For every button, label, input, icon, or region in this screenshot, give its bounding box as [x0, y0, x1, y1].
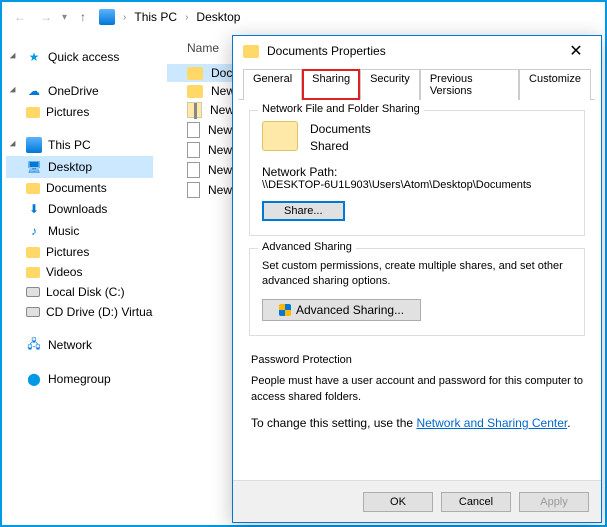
nav-onedrive[interactable]: ☁OneDrive	[6, 80, 153, 102]
this-pc-icon	[26, 137, 42, 153]
nav-pictures[interactable]: Pictures	[6, 242, 153, 262]
nav-homegroup[interactable]: ⬤Homegroup	[6, 368, 153, 390]
nav-videos[interactable]: Videos	[6, 262, 153, 282]
advanced-sharing-button[interactable]: Advanced Sharing...	[262, 299, 421, 321]
breadcrumb-root[interactable]: This PC	[134, 10, 177, 24]
pictures-icon	[26, 247, 40, 258]
nav-this-pc[interactable]: This PC	[6, 134, 153, 156]
tab-customize[interactable]: Customize	[519, 69, 591, 100]
download-icon: ⬇	[26, 201, 42, 217]
password-text: People must have a user account and pass…	[251, 374, 583, 405]
share-state: Shared	[310, 138, 371, 155]
shared-folder-icon	[262, 121, 298, 151]
folder-icon	[243, 45, 259, 58]
cloud-icon: ☁	[26, 83, 42, 99]
navigation-pane: ★Quick access ☁OneDrive Pictures This PC…	[2, 32, 157, 525]
nav-music[interactable]: ♪Music	[6, 220, 153, 242]
apply-button[interactable]: Apply	[519, 492, 589, 512]
network-sharing-center-link[interactable]: Network and Sharing Center	[416, 416, 567, 430]
tab-general[interactable]: General	[243, 69, 302, 100]
group-network-sharing: Network File and Folder Sharing Document…	[249, 110, 585, 236]
share-button[interactable]: Share...	[262, 201, 345, 221]
network-icon: 🖧	[26, 337, 42, 353]
advanced-sharing-text: Set custom permissions, create multiple …	[262, 259, 572, 290]
journal-icon	[187, 122, 200, 138]
chevron-right-icon: ›	[123, 12, 126, 23]
nav-back-icon[interactable]: ←	[10, 7, 30, 27]
network-path-label: Network Path:	[262, 165, 572, 179]
nav-quick-access[interactable]: ★Quick access	[6, 46, 153, 68]
nav-recent-dropdown[interactable]: ▾	[62, 12, 67, 23]
nav-onedrive-pictures[interactable]: Pictures	[6, 102, 153, 122]
folder-icon	[187, 67, 203, 80]
nav-network[interactable]: 🖧Network	[6, 334, 153, 356]
nav-up-icon[interactable]: ↑	[73, 7, 93, 27]
dialog-tabs: General Sharing Security Previous Versio…	[239, 66, 595, 100]
desktop-icon: 🖥	[26, 159, 42, 175]
music-icon: ♪	[26, 223, 42, 239]
rtf-icon	[187, 162, 200, 178]
nav-desktop[interactable]: 🖥Desktop	[6, 156, 153, 178]
txt-icon	[187, 182, 200, 198]
group-advanced-sharing: Advanced Sharing Set custom permissions,…	[249, 248, 585, 337]
nav-forward-icon[interactable]: →	[36, 7, 56, 27]
group-password-protection: Password Protection People must have a u…	[249, 348, 585, 446]
breadcrumb-current[interactable]: Desktop	[196, 10, 240, 24]
zip-icon	[187, 102, 202, 118]
star-icon: ★	[26, 49, 42, 65]
nav-local-disk[interactable]: Local Disk (C:)	[6, 282, 153, 302]
homegroup-icon: ⬤	[26, 371, 42, 387]
folder-icon	[187, 85, 203, 98]
folder-icon	[26, 107, 40, 118]
password-link-text: To change this setting, use the Network …	[251, 415, 583, 432]
properties-dialog: Documents Properties ✕ General Sharing S…	[232, 35, 602, 523]
dialog-title: Documents Properties	[267, 44, 561, 58]
disk-icon	[26, 287, 40, 297]
tab-security[interactable]: Security	[360, 69, 420, 100]
cancel-button[interactable]: Cancel	[441, 492, 511, 512]
nav-documents[interactable]: Documents	[6, 178, 153, 198]
chevron-right-icon: ›	[185, 12, 188, 23]
tab-previous-versions[interactable]: Previous Versions	[420, 69, 519, 100]
folder-icon	[26, 183, 40, 194]
address-bar[interactable]: › This PC › Desktop	[99, 9, 597, 25]
nav-downloads[interactable]: ⬇Downloads	[6, 198, 153, 220]
close-icon[interactable]: ✕	[561, 41, 591, 61]
cd-icon	[26, 307, 40, 317]
rtf-icon	[187, 142, 200, 158]
this-pc-icon	[99, 9, 115, 25]
videos-icon	[26, 267, 40, 278]
share-name: Documents	[310, 121, 371, 138]
network-path-value: \\DESKTOP-6U1L903\Users\Atom\Desktop\Doc…	[262, 179, 572, 191]
tab-sharing[interactable]: Sharing	[302, 69, 360, 100]
nav-cd-drive[interactable]: CD Drive (D:) Virtua	[6, 302, 153, 322]
shield-icon	[279, 304, 291, 316]
ok-button[interactable]: OK	[363, 492, 433, 512]
